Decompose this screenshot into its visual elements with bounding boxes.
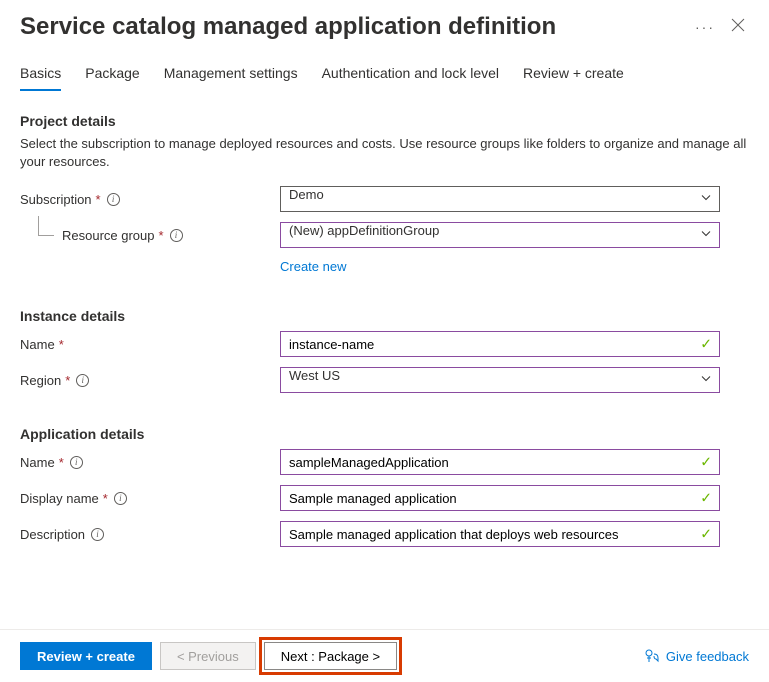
required-indicator: * <box>96 192 101 207</box>
tab-bar: Basics Package Management settings Authe… <box>0 49 769 91</box>
resource-group-label: Resource group <box>62 228 155 243</box>
give-feedback-link[interactable]: Give feedback <box>644 648 749 664</box>
display-name-input[interactable] <box>280 485 720 511</box>
subscription-select[interactable]: Demo <box>280 186 720 212</box>
subscription-label: Subscription <box>20 192 92 207</box>
create-new-link[interactable]: Create new <box>280 259 346 274</box>
application-details-heading: Application details <box>20 426 749 442</box>
tab-management-settings[interactable]: Management settings <box>164 65 298 91</box>
page-title: Service catalog managed application defi… <box>20 13 683 41</box>
instance-details-heading: Instance details <box>20 308 749 324</box>
info-icon[interactable]: i <box>76 374 89 387</box>
close-icon[interactable] <box>727 12 749 41</box>
tab-basics[interactable]: Basics <box>20 65 61 91</box>
next-package-button[interactable]: Next : Package > <box>264 642 397 670</box>
tab-package[interactable]: Package <box>85 65 139 91</box>
info-icon[interactable]: i <box>70 456 83 469</box>
project-details-heading: Project details <box>20 113 749 129</box>
tab-review-create[interactable]: Review + create <box>523 65 624 91</box>
tab-authentication[interactable]: Authentication and lock level <box>322 65 499 91</box>
region-label: Region <box>20 373 61 388</box>
info-icon[interactable]: i <box>107 193 120 206</box>
footer-bar: Review + create < Previous Next : Packag… <box>0 629 769 682</box>
instance-name-label: Name <box>20 337 55 352</box>
display-name-label: Display name <box>20 491 99 506</box>
info-icon[interactable]: i <box>91 528 104 541</box>
project-details-description: Select the subscription to manage deploy… <box>20 135 749 171</box>
info-icon[interactable]: i <box>114 492 127 505</box>
region-select[interactable]: West US <box>280 367 720 393</box>
required-indicator: * <box>103 491 108 506</box>
required-indicator: * <box>159 228 164 243</box>
description-input[interactable] <box>280 521 720 547</box>
indent-line <box>38 216 54 236</box>
more-options-icon[interactable]: ··· <box>683 19 727 35</box>
instance-name-input[interactable] <box>280 331 720 357</box>
required-indicator: * <box>65 373 70 388</box>
app-name-label: Name <box>20 455 55 470</box>
feedback-icon <box>644 648 660 664</box>
app-name-input[interactable] <box>280 449 720 475</box>
feedback-label: Give feedback <box>666 649 749 664</box>
description-label: Description <box>20 527 85 542</box>
info-icon[interactable]: i <box>170 229 183 242</box>
previous-button: < Previous <box>160 642 256 670</box>
review-create-button[interactable]: Review + create <box>20 642 152 670</box>
resource-group-select[interactable]: (New) appDefinitionGroup <box>280 222 720 248</box>
required-indicator: * <box>59 337 64 352</box>
required-indicator: * <box>59 455 64 470</box>
